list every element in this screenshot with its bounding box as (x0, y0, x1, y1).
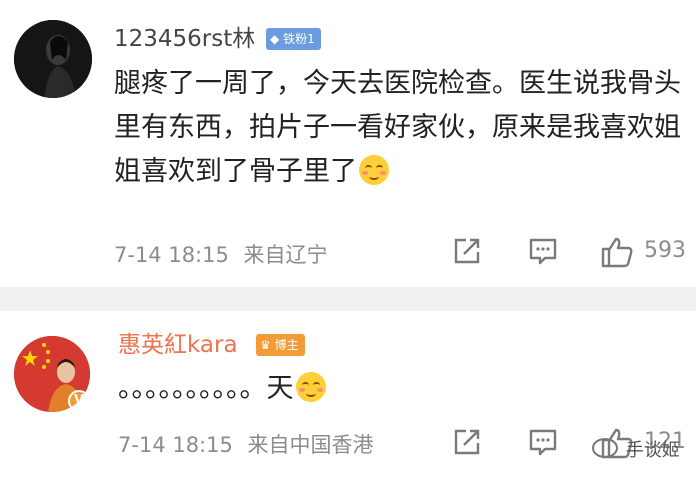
wechat-icon (592, 438, 618, 458)
crown-icon: ♛ (260, 338, 271, 352)
diamond-icon: ◆ (270, 32, 280, 46)
comment-location: 来自中国香港 (247, 433, 374, 457)
avatar[interactable]: V (14, 336, 90, 412)
comment-meta: 7-14 18:15 来自辽宁 (114, 239, 328, 269)
avatar-photo (14, 20, 92, 98)
share-icon (454, 238, 480, 264)
username[interactable]: 惠英紅kara (118, 330, 238, 360)
comment-item: 123456rst林 ◆ 铁粉1 腿疼了一周了，今天去医院检查。医生说我骨头里有… (0, 0, 696, 287)
shy-smile-emoji-icon (359, 155, 389, 185)
comment-time: 7-14 18:15 (118, 433, 233, 457)
username[interactable]: 123456rst林 (114, 24, 255, 54)
verified-badge-icon: V (68, 390, 90, 412)
badge-label: 博主 (274, 338, 299, 352)
comment-time: 7-14 18:15 (114, 243, 229, 267)
comment-text: 腿疼了一周了，今天去医院检查。医生说我骨头里有东西，拍片子一看好家伙，原来是我喜… (114, 68, 681, 187)
comment-divider (0, 287, 696, 311)
thumbs-up-icon (601, 237, 633, 268)
comment-icon (529, 238, 557, 265)
comment-text: 。。。。。。。。。。天 (118, 373, 294, 404)
watermark: 手谈姬 (592, 436, 680, 462)
comment-text-container: 腿疼了一周了，今天去医院检查。医生说我骨头里有东西，拍片子一看好家伙，原来是我喜… (114, 62, 690, 194)
like-button[interactable]: 593 (600, 236, 686, 272)
share-icon (454, 429, 480, 455)
badge-label: 铁粉1 (283, 32, 315, 46)
comment-text-container: 。。。。。。。。。。天 (118, 367, 678, 411)
share-button[interactable] (452, 236, 482, 270)
comment-icon (529, 429, 557, 456)
comment-button[interactable] (528, 236, 558, 270)
like-count: 593 (644, 238, 686, 263)
fan-badge: ◆ 铁粉1 (266, 28, 321, 50)
comment-button[interactable] (528, 427, 558, 461)
share-button[interactable] (452, 427, 482, 461)
comment-location: 来自辽宁 (243, 243, 328, 267)
watermark-text: 手谈姬 (625, 440, 680, 461)
avatar[interactable] (14, 20, 92, 98)
blush-emoji-icon (295, 372, 326, 402)
comment-meta: 7-14 18:15 来自中国香港 (118, 429, 374, 459)
blogger-badge: ♛ 博主 (256, 334, 305, 356)
